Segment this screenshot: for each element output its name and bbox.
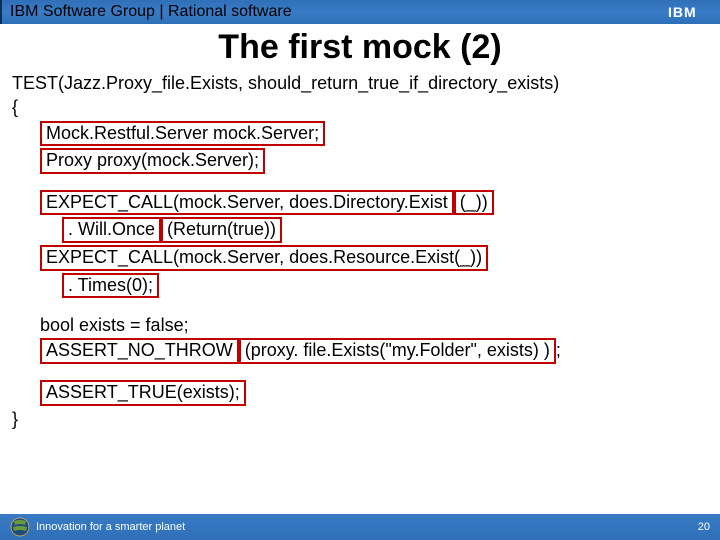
code-line-8b: (proxy. file.Exists("my.Folder", exists)… xyxy=(239,338,556,364)
code-line-2: Proxy proxy(mock.Server); xyxy=(40,148,265,174)
svg-text:IBM: IBM xyxy=(668,4,697,20)
globe-icon xyxy=(10,517,30,537)
code-line-6: . Times(0); xyxy=(62,273,159,299)
brace-close: } xyxy=(12,407,708,431)
brace-open: { xyxy=(12,95,708,119)
page-number: 20 xyxy=(698,521,710,533)
code-line-5: EXPECT_CALL(mock.Server, does.Resource.E… xyxy=(40,245,488,271)
code-block: TEST(Jazz.Proxy_file.Exists, should_retu… xyxy=(0,71,720,431)
slide-title: The first mock (2) xyxy=(0,28,720,67)
code-line-8a: ASSERT_NO_THROW xyxy=(40,338,239,364)
header-title: IBM Software Group | Rational software xyxy=(10,3,292,21)
code-line-3a: EXPECT_CALL(mock.Server, does.Directory.… xyxy=(40,190,454,216)
footer-tagline: Innovation for a smarter planet xyxy=(36,521,185,533)
code-line-8c: ; xyxy=(556,340,561,360)
header-bar: IBM Software Group | Rational software I… xyxy=(0,0,720,24)
code-line-1: Mock.Restful.Server mock.Server; xyxy=(40,121,325,147)
ibm-logo: IBM xyxy=(668,4,712,20)
code-line-3b: (_)) xyxy=(454,190,494,216)
code-line-4a: . Will.Once xyxy=(62,217,161,243)
code-line-7: bool exists = false; xyxy=(40,313,708,337)
code-line-4b: (Return(true)) xyxy=(161,217,282,243)
code-line-9: ASSERT_TRUE(exists); xyxy=(40,380,246,406)
test-signature: TEST(Jazz.Proxy_file.Exists, should_retu… xyxy=(12,71,708,95)
footer-bar: Innovation for a smarter planet 20 xyxy=(0,514,720,540)
